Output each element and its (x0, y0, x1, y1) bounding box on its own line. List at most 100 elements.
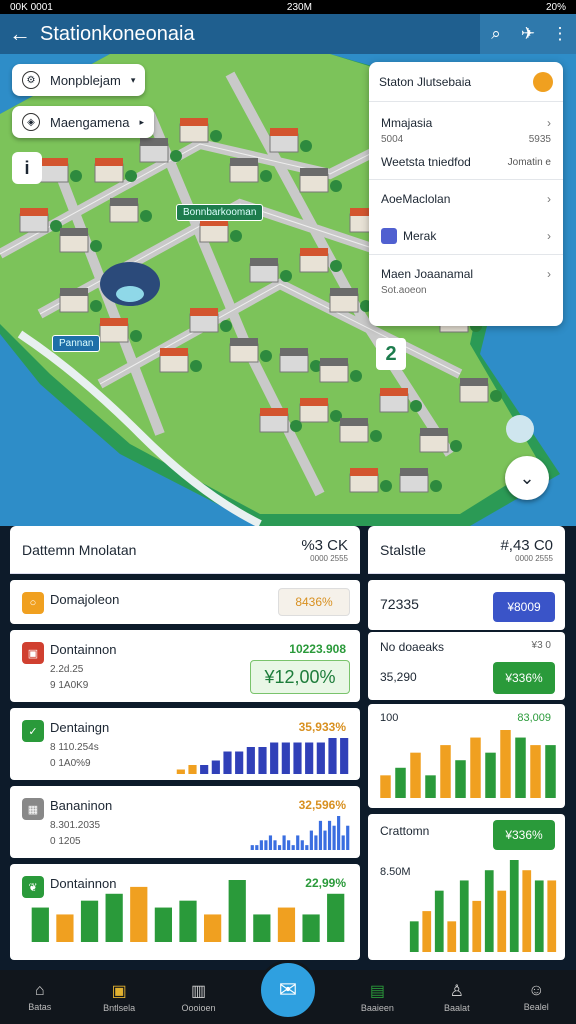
metric-card-3[interactable]: ✓ Dentaingn 35,933% 8 110.254s 0 1A0%9 (10, 708, 360, 780)
chart-bar (346, 825, 350, 850)
chevron-right-icon: › (547, 267, 551, 281)
page-title: Stationkoneonaia (40, 22, 195, 45)
map-building (99, 323, 129, 343)
map-building-roof (110, 198, 138, 206)
nav-profile[interactable]: ♙ Baalat (427, 981, 487, 1013)
station-row-1-sub-left: 5004 (381, 134, 404, 145)
chart-bar (547, 880, 557, 952)
left-panel-summary-sub: 0000 2555 (310, 553, 348, 563)
map-tree (330, 180, 342, 192)
back-arrow-icon[interactable]: ← (0, 21, 40, 47)
bar-chart-2 (250, 816, 350, 850)
map-tree (410, 400, 422, 412)
chart-bar (204, 914, 222, 942)
layers-icon: ◈ (22, 113, 40, 131)
shield-icon: ✓ (22, 720, 44, 742)
map-building (229, 163, 259, 183)
map-building-roof (100, 318, 128, 326)
chevron-right-icon: › (547, 229, 551, 243)
search-icon[interactable]: ⌕ (480, 14, 512, 54)
map-number-marker[interactable]: 2 (376, 338, 406, 370)
stat-card-2-right: ¥3 0 (531, 640, 551, 651)
station-row-3[interactable]: AoeMaclolan › (369, 188, 563, 210)
chart-bar (380, 775, 391, 798)
map-building (94, 163, 124, 183)
stat-card-1[interactable]: 72335 ¥8009 (368, 580, 565, 630)
map-building-roof (95, 158, 123, 166)
map-building (379, 393, 409, 413)
station-row-2[interactable]: Weetsta tniedfod Jomatin e (369, 151, 563, 173)
chart-bar (447, 921, 457, 952)
station-row-1[interactable]: Mmajasia › (369, 112, 563, 134)
chart-bar (318, 820, 323, 850)
metric-card-3-value: 35,933% (298, 720, 346, 734)
map-place-label[interactable]: Bonnbarkooman (176, 204, 264, 221)
chart-bar (305, 845, 309, 850)
map-building-roof (380, 388, 408, 396)
station-row-1-sub: 5004 5935 (369, 134, 563, 145)
chart-bar (56, 914, 74, 942)
station-row-4-label: Merak (403, 229, 437, 243)
left-panel: Dattemn Mnolatan %3 CK 0000 2555 ○ Domaj… (10, 526, 360, 962)
metric-card-4-value: 32,596% (298, 798, 346, 812)
metric-card-1[interactable]: ○ Domajoleon 8436% (10, 580, 360, 624)
map-building-roof (40, 158, 68, 166)
right-panel-summary-sub: 0000 2555 (515, 553, 553, 563)
map-layer-pill[interactable]: ◈ Maengamena ▸ (12, 106, 155, 138)
map-place-label-small[interactable]: Pannan (52, 335, 101, 352)
right-panel-summary: #,43 C0 (500, 536, 553, 554)
chart-bar (296, 835, 300, 850)
map-building-roof (270, 128, 298, 136)
chart-bar (337, 816, 341, 850)
info-button[interactable]: i (12, 152, 42, 184)
station-row-4[interactable]: Merak › (369, 224, 563, 248)
map-building (59, 233, 89, 253)
chart-bar (509, 860, 519, 952)
station-row-2-right: Jomatin e (507, 156, 551, 168)
center-action-button[interactable]: ✉ (258, 960, 318, 1020)
map-building-roof (180, 118, 208, 126)
metric-card-5[interactable]: ❦ Dontainnon 22,99% (10, 864, 360, 960)
map-icon: ▥ (190, 983, 207, 1000)
map-building (319, 363, 349, 383)
compass-button[interactable]: ⌄ (505, 456, 549, 500)
chevron-right-icon: › (547, 116, 551, 130)
metric-card-3-label: Dentaingn (50, 720, 110, 735)
nav-home[interactable]: ⌂ Batas (10, 982, 70, 1012)
map-building-roof (20, 208, 48, 216)
station-row-5[interactable]: Maen Joaanamal › (369, 263, 563, 285)
map-building (259, 413, 289, 433)
map-building (39, 163, 69, 183)
chart-bar (515, 737, 526, 798)
left-panel-summary: %3 CK (301, 536, 348, 554)
share-icon[interactable]: ✈ (512, 14, 544, 54)
map-building-roof (460, 378, 488, 386)
stat-card-2-value: 35,290 (380, 670, 417, 684)
map-tree (300, 140, 312, 152)
metric-card-2-label: Dontainnon (50, 642, 117, 657)
nav-lock[interactable]: ▣ Bntlsela (89, 981, 149, 1013)
chart-bar (422, 911, 432, 952)
stat-card-3-left: 100 (380, 712, 399, 724)
map-building-roof (400, 468, 428, 476)
chart-bar (287, 840, 291, 850)
chart-bar (293, 742, 302, 774)
map-tree (170, 150, 182, 162)
nav-map[interactable]: ▥ Oooioen (169, 981, 229, 1013)
stat-card-2[interactable]: No doaeaks ¥3 0 35,290 ¥336% (368, 632, 565, 700)
left-panel-title: Dattemn Mnolatan (22, 541, 137, 558)
map-building (349, 473, 379, 493)
metric-card-4[interactable]: ▦ Bananinon 32,596% 8.301.2035 0 1205 (10, 786, 360, 858)
chart-bar (500, 730, 511, 798)
nav-group[interactable]: ☺ Bealel (506, 982, 566, 1012)
metric-card-2[interactable]: ▣ Dontainnon 10223.908 2.2d.25 9 1A0K9 ¥… (10, 630, 360, 702)
nav-notes[interactable]: ▤ Baaieen (347, 981, 407, 1013)
stat-card-4[interactable]: Crattomn ¥336% 8.50M (368, 814, 565, 960)
map-filter-pill[interactable]: ⚙ Monpblejam ▾ (12, 64, 146, 96)
info-icon: i (24, 157, 30, 178)
stat-card-3[interactable]: 100 83,009 (368, 704, 565, 808)
chart-bar (277, 845, 282, 850)
map-building (59, 293, 89, 313)
map-tree (130, 330, 142, 342)
more-vertical-icon[interactable]: ⋮ (544, 14, 576, 54)
